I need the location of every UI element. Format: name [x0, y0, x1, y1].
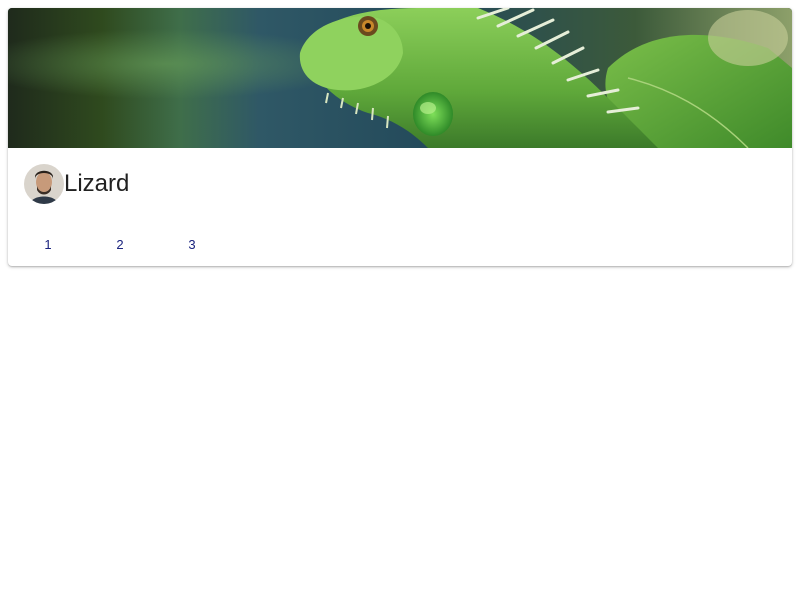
- card-actions: 1 2 3: [16, 230, 232, 258]
- action-button-2[interactable]: 2: [88, 230, 152, 258]
- card-title: Lizard: [64, 170, 130, 197]
- card-media-image: [8, 8, 792, 148]
- lizard-card: Lizard 1 2 3: [8, 8, 792, 266]
- action-button-3[interactable]: 3: [160, 230, 224, 258]
- action-button-1[interactable]: 1: [16, 230, 80, 258]
- avatar: [24, 164, 64, 204]
- card-header: Lizard: [24, 164, 129, 204]
